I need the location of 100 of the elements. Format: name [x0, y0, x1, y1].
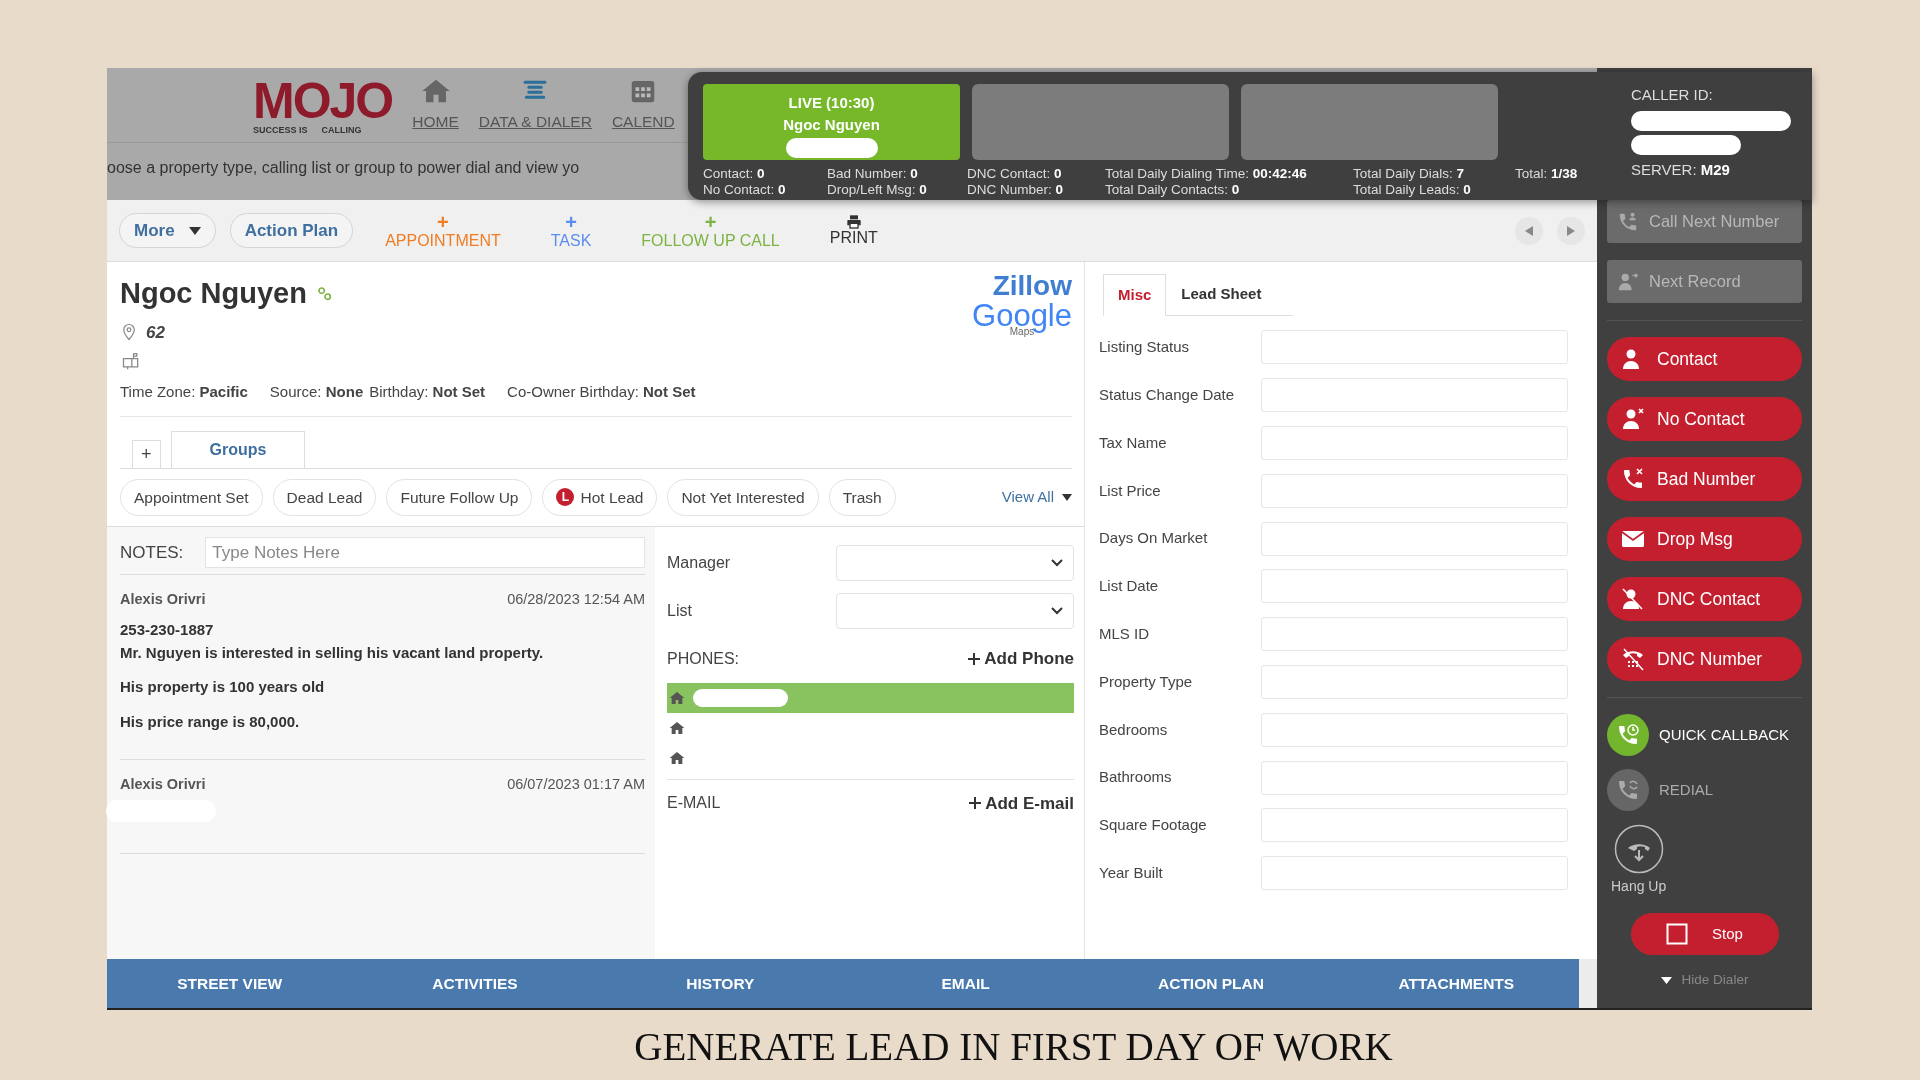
phone-redial-icon [1616, 778, 1640, 802]
field-label: Days On Market [1098, 528, 1209, 549]
previous-button[interactable] [1515, 216, 1543, 245]
logo: MOJO SUCCESS IS CALLING [253, 75, 393, 135]
phone-clock-icon [1616, 723, 1640, 747]
text-field[interactable] [1261, 760, 1568, 795]
text-field[interactable] [1261, 521, 1568, 556]
phone-slash-icon [1621, 647, 1645, 671]
add-link[interactable]: Add E-mail [969, 790, 1074, 816]
link-icon [316, 285, 333, 302]
field-label: List Date [1098, 576, 1160, 597]
server-text: SERVER: M29 [1631, 159, 1731, 180]
nav-link[interactable]: HOME [412, 76, 459, 134]
address-text: 62 [146, 321, 165, 344]
field-label: List Price [1098, 480, 1162, 501]
text-field[interactable] [1261, 808, 1568, 843]
stat-text: Total: 1/38 [1515, 166, 1579, 183]
text-field[interactable] [1261, 473, 1568, 508]
caller-name: Ngoc Nguyen [783, 114, 880, 135]
group-tag[interactable]: Trash [828, 478, 896, 516]
stat-text: Total Daily Dialing Time: 00:42:46 [1105, 166, 1308, 183]
stat-text: Total Daily Leads: 0 [1353, 182, 1472, 199]
field-label: List [667, 600, 692, 621]
more-dropdown[interactable]: More [119, 212, 216, 249]
toolbar-action[interactable]: PRINT [811, 214, 896, 247]
home-icon [669, 689, 685, 706]
disposition-button[interactable]: Bad Number [1607, 457, 1802, 501]
printer-icon [845, 214, 862, 231]
field-label: Year Built [1098, 862, 1164, 883]
phone-row[interactable] [667, 682, 1074, 713]
tab[interactable]: Misc [1103, 274, 1167, 316]
text-field[interactable] [1261, 569, 1568, 604]
action-plan-button[interactable]: Action Plan [229, 212, 354, 249]
right-arrow-icon [1567, 225, 1575, 236]
disposition-button[interactable]: No Contact [1607, 397, 1802, 441]
field-label: MLS ID [1098, 623, 1150, 644]
text-field[interactable] [1261, 712, 1568, 747]
add-link[interactable]: Add Phone [968, 646, 1074, 672]
chevron-down-icon [1051, 606, 1063, 615]
caption-text: GENERATE LEAD IN FIRST DAY OF WORK [633, 1024, 1394, 1070]
field-label: Square Footage [1098, 815, 1208, 836]
select-field[interactable] [836, 544, 1074, 581]
tab[interactable]: ACTIVITIES [352, 959, 598, 1008]
disposition-button[interactable]: DNC Contact [1607, 577, 1802, 621]
next-button[interactable] [1557, 216, 1585, 245]
group-tag[interactable]: Appointment Set [120, 478, 263, 516]
tab[interactable]: STREET VIEW [107, 959, 353, 1008]
text-field[interactable] [1261, 426, 1568, 460]
tab[interactable]: HISTORY [597, 959, 843, 1008]
note-date: 06/28/2023 12:54 AM [507, 590, 645, 610]
stat-text: DNC Number: 0 [967, 182, 1065, 199]
disposition-button[interactable]: Contact [1607, 337, 1802, 381]
disposition-button[interactable]: DNC Number [1607, 637, 1802, 681]
dialer-circle-button[interactable]: QUICK CALLBACK [1607, 714, 1802, 756]
group-tag[interactable]: Future Follow Up [386, 478, 533, 516]
home-icon [669, 749, 685, 766]
tab[interactable]: ACTION PLAN [1088, 959, 1334, 1008]
field-label: Bedrooms [1098, 719, 1169, 740]
nav-link[interactable]: CALEND [611, 76, 675, 134]
caret-icon [1660, 976, 1672, 984]
left-arrow-icon [1525, 225, 1533, 236]
tab[interactable]: Groups [170, 430, 306, 468]
stat-text: Contact: 0 [703, 166, 766, 183]
phone-user-icon [1617, 210, 1639, 233]
add-tab-button[interactable]: + [132, 439, 161, 468]
call-status: LIVE (10:30) [788, 93, 875, 113]
text-field[interactable] [1261, 378, 1568, 413]
note-text: His price range is 80,000. [120, 711, 301, 732]
disposition-button[interactable]: Drop Msg [1607, 517, 1802, 561]
field-label: Tax Name [1098, 432, 1168, 453]
zillow-logo[interactable]: Zillow [992, 272, 1072, 300]
note-date: 06/07/2023 01:17 AM [507, 775, 645, 794]
nav-link[interactable]: DATA & DIALER [478, 76, 592, 134]
caller-id-label: CALLER ID: [1631, 85, 1714, 105]
text-field[interactable] [1261, 664, 1568, 699]
user-x-icon [1621, 407, 1645, 431]
select-field[interactable] [836, 592, 1074, 629]
note-author: Alexis Orivri [120, 775, 206, 794]
tab[interactable]: ATTACHMENTS [1333, 959, 1579, 1008]
group-tag[interactable]: L Hot Lead [542, 478, 658, 516]
user-slash-icon [1621, 587, 1645, 611]
note-text: Mr. Nguyen is interested in selling his vacant land property. [120, 642, 545, 663]
field-label: Status Change Date [1098, 384, 1236, 405]
view-all-link[interactable]: View All [1001, 485, 1072, 509]
section-label: PHONES: [667, 648, 739, 669]
notes-input[interactable]: Type Notes Here [205, 536, 645, 569]
text-field[interactable] [1261, 617, 1568, 652]
scrollbar[interactable] [1578, 959, 1597, 1008]
stat-text: Total Daily Contacts: 0 [1105, 182, 1241, 199]
stop-button[interactable]: Stop [1630, 913, 1779, 955]
group-tag[interactable]: Not Yet Interested [667, 478, 819, 516]
hide-dialer-button[interactable]: Hide Dialer [1654, 969, 1755, 992]
text-field[interactable] [1261, 330, 1568, 365]
stat-text: Total Daily Dials: 7 [1353, 166, 1466, 183]
group-tag[interactable]: Dead Lead [272, 478, 377, 516]
lead-detail: Time Zone: Pacific [120, 382, 248, 402]
text-field[interactable] [1261, 856, 1568, 891]
caret-icon [188, 226, 201, 235]
tab[interactable]: EMAIL [843, 959, 1089, 1008]
lead-detail: Birthday: Not Set [369, 382, 486, 402]
